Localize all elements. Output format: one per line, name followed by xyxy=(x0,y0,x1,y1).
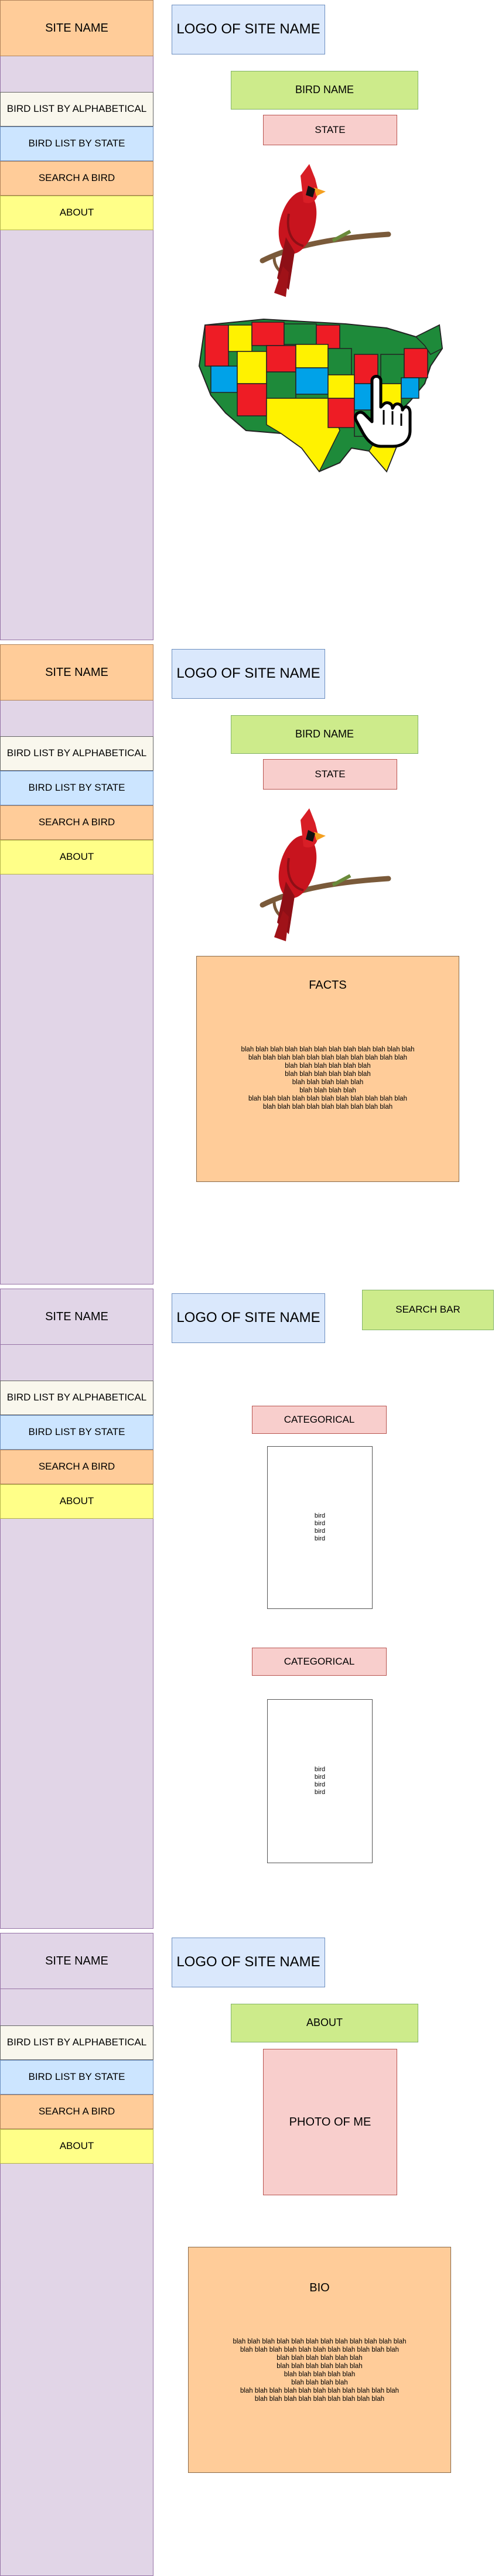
photo-of-me: PHOTO OF ME xyxy=(263,2049,397,2195)
facts-line: blah blah blah blah xyxy=(299,1087,356,1094)
search-bar[interactable]: SEARCH BAR xyxy=(362,1290,494,1330)
nav-search-page2[interactable]: SEARCH A BIRD xyxy=(0,805,153,840)
hand-pointer-icon xyxy=(354,375,412,448)
site-name-page3[interactable]: SITE NAME xyxy=(0,1289,153,1345)
category-list: bird bird bird bird xyxy=(267,1446,373,1609)
nav-alphabetical-page1[interactable]: BIRD LIST BY ALPHABETICAL xyxy=(0,92,153,127)
state-page2: STATE xyxy=(263,759,397,790)
bio-line: blah blah blah blah blah blah blah blah … xyxy=(254,2396,385,2403)
nav-alphabetical-page4[interactable]: BIRD LIST BY ALPHABETICAL xyxy=(0,2025,153,2060)
nav-alphabetical-page3[interactable]: BIRD LIST BY ALPHABETICAL xyxy=(0,1381,153,1415)
bio-line: blah blah blah blah blah blah xyxy=(276,2355,363,2362)
facts-line: blah blah blah blah blah blah blah blah … xyxy=(248,1095,408,1102)
facts-line: blah blah blah blah blah blah blah blah … xyxy=(248,1054,408,1061)
list-item[interactable]: bird xyxy=(315,1781,325,1789)
facts-body: blah blah blah blah blah blah blah blah … xyxy=(209,1046,447,1111)
facts-line: blah blah blah blah blah xyxy=(292,1079,364,1086)
facts-line: blah blah blah blah blah blah xyxy=(285,1071,371,1078)
bio-panel: BIO blah blah blah blah blah blah blah b… xyxy=(188,2247,451,2473)
bio-line: blah blah blah blah blah blah blah blah … xyxy=(233,2338,407,2345)
nav-search-page1[interactable]: SEARCH A BIRD xyxy=(0,161,153,196)
nav-by-state-page3[interactable]: BIRD LIST BY STATE xyxy=(0,1415,153,1450)
facts-title: FACTS xyxy=(309,979,347,992)
list-item[interactable]: bird xyxy=(315,1512,325,1520)
list-item[interactable]: bird xyxy=(315,1774,325,1781)
list-item[interactable]: bird xyxy=(315,1766,325,1774)
bio-line: blah blah blah blah blah blah blah blah … xyxy=(240,2387,400,2394)
nav-about-page4[interactable]: ABOUT xyxy=(0,2129,153,2164)
facts-panel: FACTS blah blah blah blah blah blah blah… xyxy=(196,956,459,1182)
site-name-page1[interactable]: SITE NAME xyxy=(0,0,153,56)
nav-by-state-page1[interactable]: BIRD LIST BY STATE xyxy=(0,127,153,161)
bio-line: blah blah blah blah blah blah blah blah … xyxy=(240,2346,400,2353)
facts-line: blah blah blah blah blah blah blah blah … xyxy=(262,1103,393,1111)
logo-page2[interactable]: LOGO OF SITE NAME xyxy=(172,649,325,699)
category-list: bird bird bird bird xyxy=(267,1699,373,1863)
site-name-page2[interactable]: SITE NAME xyxy=(0,644,153,701)
about-heading: ABOUT xyxy=(231,2004,418,2042)
list-item[interactable]: bird xyxy=(315,1520,325,1528)
bio-line: blah blah blah blah blah xyxy=(284,2371,356,2378)
category-label: CATEGORICAL xyxy=(252,1406,387,1434)
category-label: CATEGORICAL xyxy=(252,1648,387,1676)
list-item[interactable]: bird xyxy=(315,1535,325,1543)
nav-search-page3[interactable]: SEARCH A BIRD xyxy=(0,1450,153,1484)
logo-page1[interactable]: LOGO OF SITE NAME xyxy=(172,5,325,54)
bio-body: blah blah blah blah blah blah blah blah … xyxy=(200,2338,439,2403)
cardinal-icon xyxy=(260,164,391,297)
site-name-page4[interactable]: SITE NAME xyxy=(0,1933,153,1989)
facts-line: blah blah blah blah blah blah xyxy=(285,1062,371,1070)
nav-search-page4[interactable]: SEARCH A BIRD xyxy=(0,2095,153,2129)
nav-about-page1[interactable]: ABOUT xyxy=(0,196,153,230)
logo-page3[interactable]: LOGO OF SITE NAME xyxy=(172,1293,325,1343)
logo-page4[interactable]: LOGO OF SITE NAME xyxy=(172,1938,325,1987)
bird-name-page1: BIRD NAME xyxy=(231,71,418,110)
bio-line: blah blah blah blah blah blah xyxy=(276,2363,363,2370)
nav-alphabetical-page2[interactable]: BIRD LIST BY ALPHABETICAL xyxy=(0,736,153,771)
nav-by-state-page2[interactable]: BIRD LIST BY STATE xyxy=(0,771,153,805)
bird-name-page2: BIRD NAME xyxy=(231,715,418,754)
bio-title: BIO xyxy=(309,2281,330,2294)
state-page1: STATE xyxy=(263,115,397,145)
bio-line: blah blah blah blah xyxy=(291,2379,348,2386)
list-item[interactable]: bird xyxy=(315,1528,325,1535)
nav-about-page3[interactable]: ABOUT xyxy=(0,1484,153,1519)
list-item[interactable]: bird xyxy=(315,1789,325,1796)
nav-by-state-page4[interactable]: BIRD LIST BY STATE xyxy=(0,2060,153,2095)
facts-line: blah blah blah blah blah blah blah blah … xyxy=(241,1046,415,1053)
cardinal-icon xyxy=(260,808,391,941)
nav-about-page2[interactable]: ABOUT xyxy=(0,840,153,874)
